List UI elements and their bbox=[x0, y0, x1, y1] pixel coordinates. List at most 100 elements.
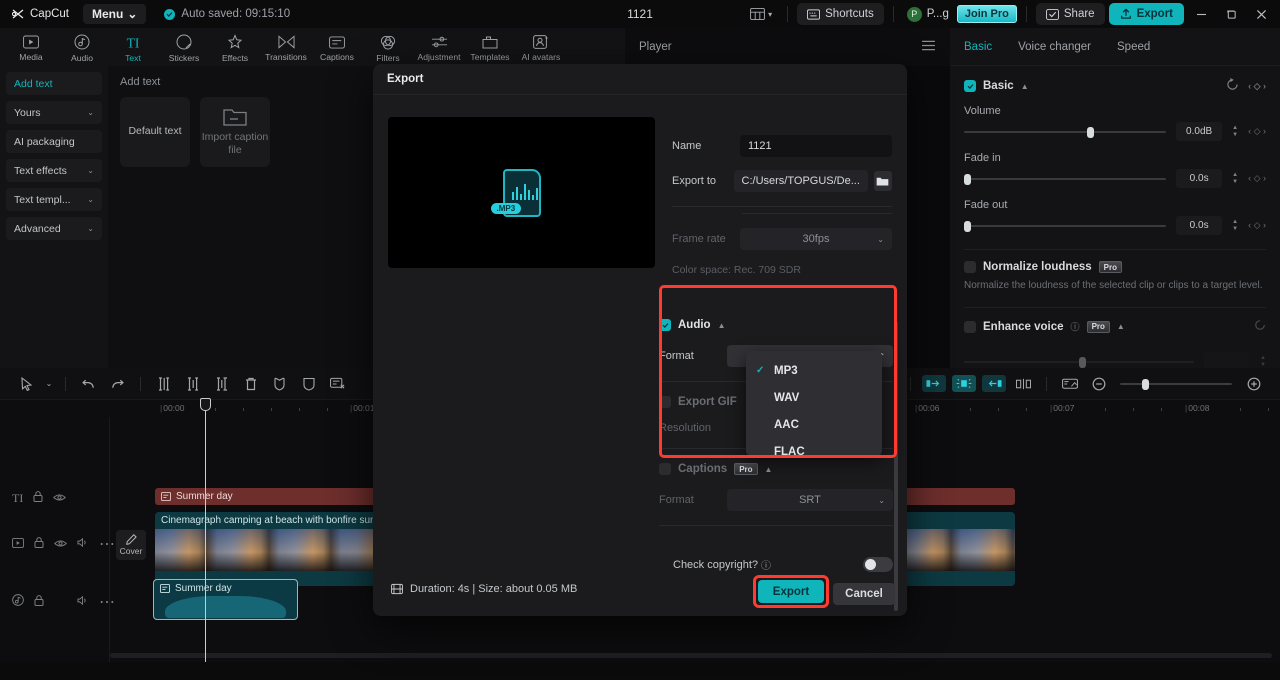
reset-icon[interactable] bbox=[1254, 319, 1266, 334]
tool-tab-adjustment[interactable]: Adjustment bbox=[414, 32, 464, 62]
sidebar-item-yours[interactable]: Yours ⌄ bbox=[6, 101, 102, 124]
audio-checkbox[interactable] bbox=[659, 319, 671, 331]
cancel-button[interactable]: Cancel bbox=[833, 583, 895, 605]
slider-knob[interactable] bbox=[1079, 357, 1086, 368]
account-button[interactable]: P P...g bbox=[903, 4, 953, 25]
eye-icon[interactable] bbox=[54, 535, 67, 553]
menu-button[interactable]: Menu ⌄ bbox=[83, 4, 146, 24]
sidebar-item-text-templates[interactable]: Text templ... ⌄ bbox=[6, 188, 102, 211]
timeline-horizontal-scrollbar[interactable] bbox=[110, 653, 1272, 658]
auto-cut-start-button[interactable] bbox=[922, 375, 946, 392]
tool-tab-filters[interactable]: Filters bbox=[363, 32, 413, 63]
volume-stepper[interactable]: ▲▼ bbox=[1232, 125, 1238, 138]
lock-icon[interactable] bbox=[33, 489, 43, 507]
close-button[interactable] bbox=[1248, 3, 1274, 25]
playhead[interactable] bbox=[205, 399, 206, 662]
select-tool-button[interactable] bbox=[12, 371, 41, 397]
dropdown-option-mp3[interactable]: ✓ MP3 bbox=[746, 357, 882, 384]
fade-out-keyframe[interactable]: ‹ ◇ › bbox=[1248, 220, 1266, 231]
layout-switch-button[interactable]: ▾ bbox=[744, 4, 778, 24]
maximize-button[interactable] bbox=[1218, 3, 1244, 25]
captions-checkbox[interactable] bbox=[659, 463, 671, 475]
info-icon[interactable]: ⓘ bbox=[1071, 320, 1080, 333]
slider-knob[interactable] bbox=[964, 174, 971, 185]
captions-format-select[interactable]: SRT ⌄ bbox=[727, 489, 893, 511]
shortcuts-button[interactable]: Shortcuts bbox=[797, 3, 884, 25]
share-button[interactable]: Share bbox=[1036, 3, 1105, 25]
detach-audio-button[interactable] bbox=[1009, 371, 1038, 397]
chevron-up-icon[interactable]: ▲ bbox=[765, 465, 773, 474]
lock-icon[interactable] bbox=[34, 535, 44, 553]
tab-voice-changer[interactable]: Voice changer bbox=[1018, 41, 1091, 53]
tool-tab-media[interactable]: Media bbox=[6, 32, 56, 62]
reset-icon[interactable] bbox=[1226, 78, 1239, 94]
chevron-up-icon[interactable]: ▲ bbox=[718, 321, 726, 330]
export-gif-checkbox[interactable] bbox=[659, 396, 671, 408]
keyframe-control[interactable]: ‹ ◇ › bbox=[1248, 81, 1266, 92]
fade-in-stepper[interactable]: ▲▼ bbox=[1232, 172, 1238, 185]
trim-right-button[interactable] bbox=[207, 371, 236, 397]
tool-tab-effects[interactable]: Effects bbox=[210, 31, 260, 63]
player-menu-button[interactable] bbox=[921, 40, 936, 54]
fade-out-value[interactable]: 0.0s bbox=[1176, 216, 1222, 235]
more-options-icon[interactable]: ⋯ bbox=[99, 592, 115, 612]
fade-in-slider[interactable] bbox=[964, 178, 1166, 180]
join-pro-button[interactable]: Join Pro bbox=[957, 5, 1017, 23]
split-button[interactable] bbox=[149, 371, 178, 397]
zoom-in-button[interactable] bbox=[1239, 371, 1268, 397]
tool-tab-templates[interactable]: Templates bbox=[465, 32, 515, 62]
select-tool-dropdown[interactable]: ⌄ bbox=[41, 371, 57, 397]
export-button-titlebar[interactable]: Export bbox=[1109, 3, 1184, 25]
volume-keyframe[interactable]: ‹ ◇ › bbox=[1248, 126, 1266, 137]
browse-folder-button[interactable] bbox=[874, 171, 892, 191]
basic-checkbox[interactable] bbox=[964, 80, 976, 92]
dropdown-option-wav[interactable]: WAV bbox=[746, 384, 882, 411]
tool-tab-text[interactable]: TI Text bbox=[108, 32, 158, 63]
cover-button[interactable]: Cover bbox=[116, 530, 146, 560]
mirror-button[interactable] bbox=[294, 371, 323, 397]
slider-knob[interactable] bbox=[964, 221, 971, 232]
eye-icon[interactable] bbox=[53, 489, 66, 507]
sidebar-item-text-effects[interactable]: Text effects ⌄ bbox=[6, 159, 102, 182]
auto-cut-both-button[interactable] bbox=[952, 375, 976, 392]
trim-left-button[interactable] bbox=[178, 371, 207, 397]
timeline-zoom-slider[interactable] bbox=[1120, 383, 1232, 385]
playhead-handle[interactable] bbox=[200, 398, 211, 411]
dropdown-option-flac[interactable]: FLAC bbox=[746, 438, 882, 456]
fade-out-stepper[interactable]: ▲▼ bbox=[1232, 219, 1238, 232]
redo-button[interactable] bbox=[103, 371, 132, 397]
name-input[interactable]: 1121 bbox=[740, 135, 892, 157]
chevron-up-icon[interactable]: ▲ bbox=[1117, 322, 1125, 331]
auto-cut-end-button[interactable] bbox=[982, 375, 1006, 392]
zoom-out-button[interactable] bbox=[1084, 371, 1113, 397]
tool-tab-ai-avatars[interactable]: AI avatars bbox=[516, 32, 566, 62]
normalize-loudness-checkbox[interactable] bbox=[964, 261, 976, 273]
tool-tab-transitions[interactable]: Transitions bbox=[261, 32, 311, 62]
sidebar-item-ai-packaging[interactable]: AI packaging bbox=[6, 130, 102, 153]
dropdown-option-aac[interactable]: AAC bbox=[746, 411, 882, 438]
volume-value[interactable]: 0.0dB bbox=[1176, 122, 1222, 141]
fade-out-slider[interactable] bbox=[964, 225, 1166, 227]
lock-icon[interactable] bbox=[34, 593, 44, 611]
undo-button[interactable] bbox=[74, 371, 103, 397]
delete-button[interactable] bbox=[236, 371, 265, 397]
enhance-voice-stepper[interactable]: ▲▼ bbox=[1260, 355, 1266, 368]
sidebar-item-add-text[interactable]: Add text bbox=[6, 72, 102, 95]
chevron-up-icon[interactable]: ▲ bbox=[1021, 82, 1029, 91]
tool-tab-captions[interactable]: Captions bbox=[312, 33, 362, 62]
default-text-card[interactable]: Default text bbox=[120, 97, 190, 167]
remove-captions-button[interactable] bbox=[323, 371, 352, 397]
tool-tab-audio[interactable]: Audio bbox=[57, 31, 107, 63]
slider-knob[interactable] bbox=[1142, 379, 1149, 390]
volume-slider[interactable] bbox=[964, 131, 1166, 133]
sidebar-item-advanced[interactable]: Advanced ⌄ bbox=[6, 217, 102, 240]
fade-in-value[interactable]: 0.0s bbox=[1176, 169, 1222, 188]
tab-speed[interactable]: Speed bbox=[1117, 41, 1150, 53]
volume-icon[interactable] bbox=[77, 593, 89, 611]
freeze-frame-button[interactable] bbox=[265, 371, 294, 397]
minimize-button[interactable] bbox=[1188, 3, 1214, 25]
tool-tab-stickers[interactable]: Stickers bbox=[159, 31, 209, 63]
frame-rate-select[interactable]: 30fps ⌄ bbox=[740, 228, 892, 250]
fade-in-keyframe[interactable]: ‹ ◇ › bbox=[1248, 173, 1266, 184]
audio-clip[interactable]: Summer day bbox=[153, 579, 298, 620]
